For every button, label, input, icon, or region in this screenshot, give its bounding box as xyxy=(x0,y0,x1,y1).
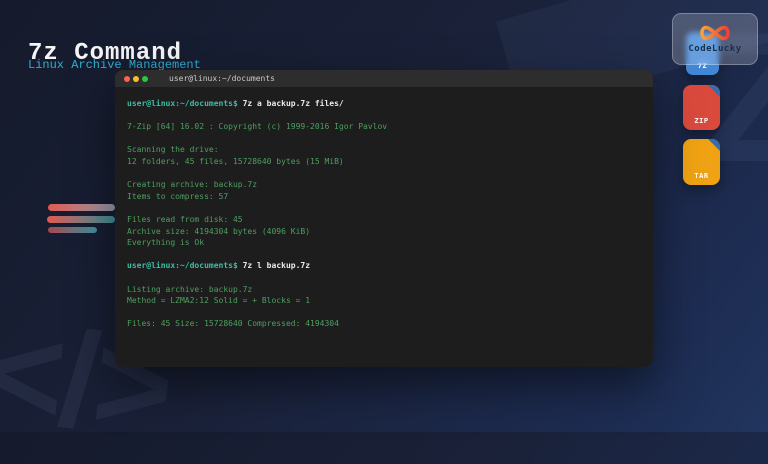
terminal-line: Scanning the drive: xyxy=(127,144,641,156)
output-text: Everything is Ok xyxy=(127,238,204,247)
prompt-text: user@linux:~/documents$ xyxy=(127,261,238,270)
prompt-text: user@linux:~/documents$ xyxy=(127,99,238,108)
output-text: 7-Zip [64] 16.02 : Copyright (c) 1999-20… xyxy=(127,122,387,131)
brand-name: CodeLucky xyxy=(688,44,741,54)
maximize-button[interactable] xyxy=(142,76,148,82)
terminal-line: Archive size: 4194304 bytes (4096 KiB) xyxy=(127,226,641,238)
infinity-icon xyxy=(696,24,734,42)
accent-bar xyxy=(47,216,115,223)
terminal-line xyxy=(127,272,641,284)
accent-bar xyxy=(48,227,97,233)
output-text: Method = LZMA2:12 Solid = + Blocks = 1 xyxy=(127,296,310,305)
terminal-line: Method = LZMA2:12 Solid = + Blocks = 1 xyxy=(127,295,641,307)
terminal-line: 12 folders, 45 files, 15728640 bytes (15… xyxy=(127,156,641,168)
terminal-line xyxy=(127,249,641,261)
output-text: Files read from disk: 45 xyxy=(127,215,243,224)
terminal-line: user@linux:~/documents$ 7z l backup.7z xyxy=(127,260,641,272)
output-text: Scanning the drive: xyxy=(127,145,219,154)
terminal-line: Items to compress: 57 xyxy=(127,191,641,203)
brand-card: CodeLucky xyxy=(672,13,758,65)
terminal-line: user@linux:~/documents$ 7z a backup.7z f… xyxy=(127,98,641,110)
file-icon-zip: ZIP xyxy=(683,85,720,130)
output-text: Archive size: 4194304 bytes (4096 KiB) xyxy=(127,227,310,236)
command-text: 7z l backup.7z xyxy=(238,261,310,270)
command-text: 7z a backup.7z files/ xyxy=(238,99,344,108)
terminal-line xyxy=(127,110,641,122)
file-icon-label: TAR xyxy=(683,172,720,180)
folded-corner-icon xyxy=(708,85,720,97)
output-text: Listing archive: backup.7z xyxy=(127,285,252,294)
output-text: Creating archive: backup.7z xyxy=(127,180,257,189)
output-text: Items to compress: 57 xyxy=(127,192,228,201)
terminal-line: Listing archive: backup.7z xyxy=(127,284,641,296)
folded-corner-icon xyxy=(708,139,720,151)
output-text: Files: 45 Size: 15728640 Compressed: 419… xyxy=(127,319,339,328)
file-icon-tar: TAR xyxy=(683,139,720,185)
output-text: 12 folders, 45 files, 15728640 bytes (15… xyxy=(127,157,344,166)
terminal-body[interactable]: user@linux:~/documents$ 7z a backup.7z f… xyxy=(115,87,653,341)
terminal-title: user@linux:~/documents xyxy=(169,74,275,83)
terminal-line: 7-Zip [64] 16.02 : Copyright (c) 1999-20… xyxy=(127,121,641,133)
terminal-line xyxy=(127,133,641,145)
terminal-line: Creating archive: backup.7z xyxy=(127,179,641,191)
terminal-line: Files: 45 Size: 15728640 Compressed: 419… xyxy=(127,318,641,330)
terminal-line: Everything is Ok xyxy=(127,237,641,249)
accent-bar xyxy=(48,204,115,211)
terminal-window: user@linux:~/documents user@linux:~/docu… xyxy=(115,70,653,367)
minimize-button[interactable] xyxy=(133,76,139,82)
close-button[interactable] xyxy=(124,76,130,82)
terminal-line xyxy=(127,202,641,214)
terminal-line xyxy=(127,307,641,319)
terminal-line xyxy=(127,168,641,180)
terminal-line: Files read from disk: 45 xyxy=(127,214,641,226)
file-icon-label: ZIP xyxy=(683,117,720,125)
terminal-titlebar: user@linux:~/documents xyxy=(115,70,653,87)
